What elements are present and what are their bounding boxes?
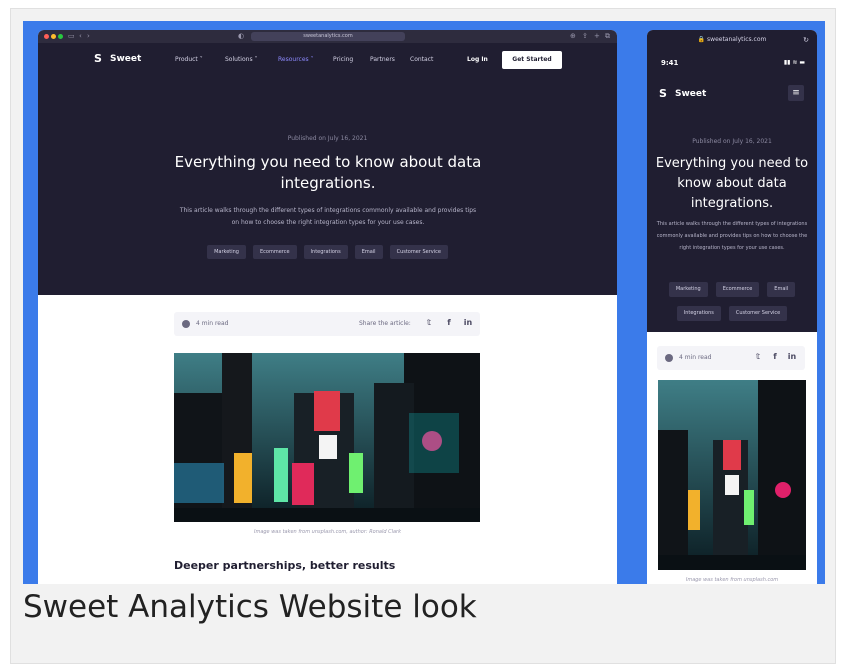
status-time: 9:41 — [661, 59, 679, 67]
mobile-tag-list: Marketing Ecommerce Email Integrations C… — [657, 282, 807, 321]
tag-integrations[interactable]: Integrations — [303, 245, 348, 259]
address-bar[interactable]: sweetanalytics.com — [251, 32, 405, 41]
share-icon[interactable]: ⇪ — [582, 32, 588, 40]
mobile-tag-email[interactable]: Email — [767, 282, 796, 297]
tag-list: Marketing Ecommerce Integrations Email C… — [38, 245, 617, 259]
article-title: Everything you need to know about data i… — [174, 153, 482, 192]
screenshot-stage: ▭ ‹ › ◐ sweetanalytics.com ⊕ ⇪ + ⧉ S Swe… — [23, 21, 825, 584]
article-meta-bar: 4 min read Share the article: 𝕥 f in — [174, 312, 480, 336]
publish-date: Published on July 16, 2021 — [287, 135, 368, 142]
mobile-tag-ecommerce[interactable]: Ecommerce — [715, 282, 760, 297]
mobile-city-night-photo — [658, 380, 806, 570]
nav-solutions[interactable]: Solutions ˅ — [225, 56, 258, 63]
back-icon[interactable]: ‹ — [79, 32, 82, 40]
brand-name: Sweet — [110, 54, 142, 64]
share-label: Share the article: — [359, 320, 411, 327]
mobile-article-title: Everything you need to know about data i… — [655, 156, 809, 211]
twitter-icon[interactable]: 𝕥 — [753, 352, 763, 362]
tabs-icon[interactable]: ⧉ — [605, 32, 610, 41]
facebook-icon[interactable]: f — [770, 352, 780, 362]
mobile-brand-name: Sweet — [675, 89, 707, 99]
facebook-icon[interactable]: f — [444, 318, 454, 328]
image-caption: Image was taken from unsplash.com, autho… — [253, 529, 402, 535]
mobile-article-image — [658, 380, 806, 570]
new-tab-icon[interactable]: + — [594, 32, 600, 40]
mobile-brand-logo[interactable]: S Sweet — [659, 88, 706, 100]
tag-ecommerce[interactable]: Ecommerce — [252, 245, 297, 259]
brand-logo[interactable]: S Sweet — [94, 53, 141, 65]
desktop-browser: ▭ ‹ › ◐ sweetanalytics.com ⊕ ⇪ + ⧉ S Swe… — [38, 30, 617, 584]
mobile-tag-integrations[interactable]: Integrations — [676, 306, 721, 321]
gallery-caption: Sweet Analytics Website look — [23, 589, 477, 625]
linkedin-icon[interactable]: in — [787, 352, 797, 362]
hero-section: S Sweet Product ˅ Solutions ˅ Resources … — [38, 43, 617, 295]
linkedin-icon[interactable]: in — [463, 318, 473, 328]
close-dot-icon[interactable] — [44, 34, 49, 39]
maximize-dot-icon[interactable] — [58, 34, 63, 39]
mobile-tag-marketing[interactable]: Marketing — [668, 282, 708, 297]
city-night-photo — [174, 353, 480, 522]
mobile-meta-bar: 4 min read 𝕥 f in — [657, 346, 805, 370]
nav-contact[interactable]: Contact — [410, 56, 433, 63]
mobile-address-bar[interactable]: 🔒 sweetanalytics.com ↻ — [647, 30, 817, 50]
gallery-card: ▭ ‹ › ◐ sweetanalytics.com ⊕ ⇪ + ⧉ S Swe… — [10, 8, 836, 664]
login-link[interactable]: Log In — [467, 56, 488, 63]
mobile-preview: 🔒 sweetanalytics.com ↻ 9:41 ▮▮ ≋ ▬ S Swee… — [647, 30, 817, 584]
section-heading: Deeper partnerships, better results — [174, 559, 396, 572]
nav-partners[interactable]: Partners — [370, 56, 395, 63]
clock-icon — [182, 320, 190, 328]
article-image — [174, 353, 480, 522]
mobile-publish-date: Published on July 16, 2021 — [692, 138, 772, 145]
nav-resources[interactable]: Resources ˅ — [278, 56, 314, 63]
hamburger-menu-icon[interactable]: ≡ — [788, 85, 804, 101]
mobile-tag-customer-service[interactable]: Customer Service — [728, 306, 788, 321]
nav-pricing[interactable]: Pricing — [333, 56, 353, 63]
forward-icon[interactable]: › — [87, 32, 90, 40]
mobile-article-lead: This article walks through the different… — [656, 221, 808, 251]
sidebar-icon[interactable]: ▭ — [68, 32, 75, 40]
download-icon[interactable]: ⊕ — [570, 32, 576, 40]
read-time: 4 min read — [196, 320, 229, 327]
get-started-button[interactable]: Get Started — [502, 51, 562, 69]
browser-toolbar: ▭ ‹ › ◐ sweetanalytics.com ⊕ ⇪ + ⧉ — [38, 30, 617, 43]
mobile-image-caption: Image was taken from unsplash.com — [685, 577, 779, 583]
sweet-logo-icon: S — [94, 52, 102, 65]
mobile-read-time: 4 min read — [679, 354, 712, 361]
sweet-logo-icon: S — [659, 87, 667, 100]
article-lead: This article walks through the different… — [179, 207, 477, 226]
mobile-hero: 9:41 ▮▮ ≋ ▬ S Sweet ≡ Published on July … — [647, 50, 817, 332]
tag-customer-service[interactable]: Customer Service — [389, 245, 448, 259]
clock-icon — [665, 354, 673, 362]
tag-marketing[interactable]: Marketing — [207, 245, 246, 259]
shield-icon: ◐ — [238, 32, 245, 40]
reload-icon[interactable]: ↻ — [803, 30, 809, 50]
minimize-dot-icon[interactable] — [51, 34, 56, 39]
nav-product[interactable]: Product ˅ — [175, 56, 203, 63]
status-icons: ▮▮ ≋ ▬ — [783, 59, 805, 66]
tag-email[interactable]: Email — [354, 245, 383, 259]
twitter-icon[interactable]: 𝕥 — [424, 318, 434, 328]
top-nav: S Sweet Product ˅ Solutions ˅ Resources … — [38, 43, 617, 73]
